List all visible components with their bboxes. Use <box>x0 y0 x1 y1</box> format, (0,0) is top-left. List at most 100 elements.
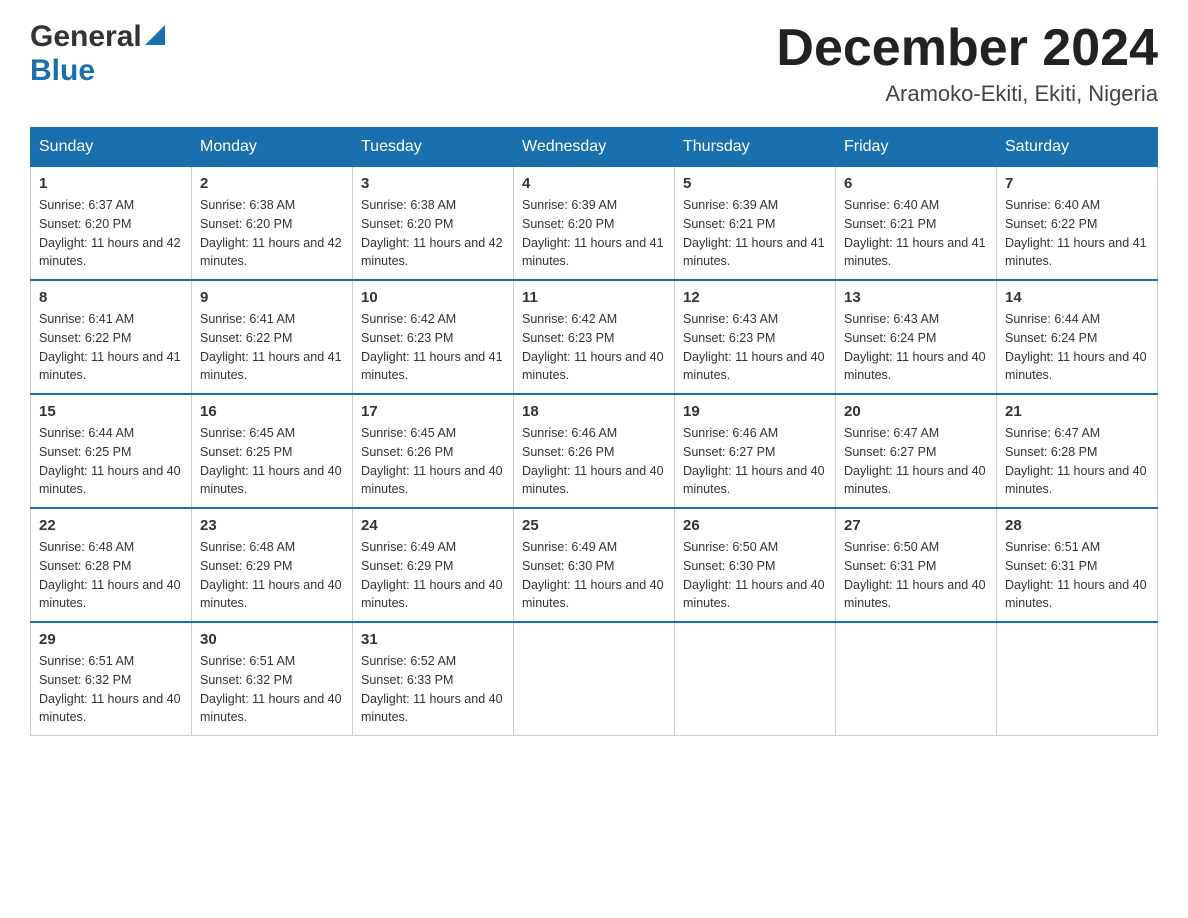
header-saturday: Saturday <box>997 128 1158 167</box>
daylight-label: Daylight: 11 hours and 40 minutes. <box>39 578 181 611</box>
day-number: 30 <box>200 631 344 648</box>
daylight-label: Daylight: 11 hours and 41 minutes. <box>39 350 181 383</box>
day-number: 5 <box>683 175 827 192</box>
day-number: 17 <box>361 403 505 420</box>
sunset-label: Sunset: 6:26 PM <box>361 445 453 459</box>
day-info: Sunrise: 6:50 AM Sunset: 6:30 PM Dayligh… <box>683 538 827 613</box>
day-info: Sunrise: 6:48 AM Sunset: 6:29 PM Dayligh… <box>200 538 344 613</box>
sunrise-label: Sunrise: 6:39 AM <box>522 198 617 212</box>
sunset-label: Sunset: 6:32 PM <box>39 673 131 687</box>
daylight-label: Daylight: 11 hours and 41 minutes. <box>361 350 503 383</box>
sunset-label: Sunset: 6:28 PM <box>39 559 131 573</box>
sunset-label: Sunset: 6:26 PM <box>522 445 614 459</box>
table-row: 10 Sunrise: 6:42 AM Sunset: 6:23 PM Dayl… <box>353 280 514 394</box>
page-header: General Blue December 2024 Aramoko-Ekiti… <box>30 20 1158 107</box>
daylight-label: Daylight: 11 hours and 41 minutes. <box>844 236 986 269</box>
table-row: 21 Sunrise: 6:47 AM Sunset: 6:28 PM Dayl… <box>997 394 1158 508</box>
table-row: 25 Sunrise: 6:49 AM Sunset: 6:30 PM Dayl… <box>514 508 675 622</box>
day-number: 29 <box>39 631 183 648</box>
table-row: 31 Sunrise: 6:52 AM Sunset: 6:33 PM Dayl… <box>353 622 514 736</box>
day-number: 14 <box>1005 289 1149 306</box>
table-row: 15 Sunrise: 6:44 AM Sunset: 6:25 PM Dayl… <box>31 394 192 508</box>
sunrise-label: Sunrise: 6:38 AM <box>361 198 456 212</box>
daylight-label: Daylight: 11 hours and 40 minutes. <box>39 692 181 725</box>
day-info: Sunrise: 6:37 AM Sunset: 6:20 PM Dayligh… <box>39 196 183 271</box>
sunset-label: Sunset: 6:22 PM <box>39 331 131 345</box>
daylight-label: Daylight: 11 hours and 42 minutes. <box>361 236 503 269</box>
sunrise-label: Sunrise: 6:45 AM <box>200 426 295 440</box>
day-info: Sunrise: 6:40 AM Sunset: 6:21 PM Dayligh… <box>844 196 988 271</box>
sunrise-label: Sunrise: 6:52 AM <box>361 654 456 668</box>
day-info: Sunrise: 6:51 AM Sunset: 6:32 PM Dayligh… <box>200 652 344 727</box>
sunrise-label: Sunrise: 6:46 AM <box>683 426 778 440</box>
sunrise-label: Sunrise: 6:40 AM <box>844 198 939 212</box>
day-info: Sunrise: 6:44 AM Sunset: 6:24 PM Dayligh… <box>1005 310 1149 385</box>
table-row: 6 Sunrise: 6:40 AM Sunset: 6:21 PM Dayli… <box>836 167 997 281</box>
table-row: 3 Sunrise: 6:38 AM Sunset: 6:20 PM Dayli… <box>353 167 514 281</box>
day-info: Sunrise: 6:45 AM Sunset: 6:26 PM Dayligh… <box>361 424 505 499</box>
sunset-label: Sunset: 6:30 PM <box>683 559 775 573</box>
table-row: 14 Sunrise: 6:44 AM Sunset: 6:24 PM Dayl… <box>997 280 1158 394</box>
sunset-label: Sunset: 6:22 PM <box>1005 217 1097 231</box>
daylight-label: Daylight: 11 hours and 40 minutes. <box>522 578 664 611</box>
sunset-label: Sunset: 6:20 PM <box>200 217 292 231</box>
table-row: 20 Sunrise: 6:47 AM Sunset: 6:27 PM Dayl… <box>836 394 997 508</box>
sunset-label: Sunset: 6:27 PM <box>683 445 775 459</box>
daylight-label: Daylight: 11 hours and 40 minutes. <box>1005 350 1147 383</box>
header-thursday: Thursday <box>675 128 836 167</box>
sunset-label: Sunset: 6:20 PM <box>361 217 453 231</box>
table-row: 5 Sunrise: 6:39 AM Sunset: 6:21 PM Dayli… <box>675 167 836 281</box>
table-row: 22 Sunrise: 6:48 AM Sunset: 6:28 PM Dayl… <box>31 508 192 622</box>
sunset-label: Sunset: 6:33 PM <box>361 673 453 687</box>
sunrise-label: Sunrise: 6:44 AM <box>1005 312 1100 326</box>
day-info: Sunrise: 6:50 AM Sunset: 6:31 PM Dayligh… <box>844 538 988 613</box>
day-number: 22 <box>39 517 183 534</box>
day-number: 25 <box>522 517 666 534</box>
daylight-label: Daylight: 11 hours and 40 minutes. <box>683 350 825 383</box>
daylight-label: Daylight: 11 hours and 40 minutes. <box>683 578 825 611</box>
sunrise-label: Sunrise: 6:45 AM <box>361 426 456 440</box>
day-number: 2 <box>200 175 344 192</box>
sunset-label: Sunset: 6:24 PM <box>844 331 936 345</box>
table-row <box>675 622 836 736</box>
sunrise-label: Sunrise: 6:39 AM <box>683 198 778 212</box>
sunrise-label: Sunrise: 6:42 AM <box>522 312 617 326</box>
table-row: 11 Sunrise: 6:42 AM Sunset: 6:23 PM Dayl… <box>514 280 675 394</box>
calendar-week-row: 22 Sunrise: 6:48 AM Sunset: 6:28 PM Dayl… <box>31 508 1158 622</box>
day-info: Sunrise: 6:43 AM Sunset: 6:24 PM Dayligh… <box>844 310 988 385</box>
sunset-label: Sunset: 6:29 PM <box>200 559 292 573</box>
table-row: 4 Sunrise: 6:39 AM Sunset: 6:20 PM Dayli… <box>514 167 675 281</box>
day-number: 23 <box>200 517 344 534</box>
day-info: Sunrise: 6:44 AM Sunset: 6:25 PM Dayligh… <box>39 424 183 499</box>
header-friday: Friday <box>836 128 997 167</box>
logo-general-text: General <box>30 20 142 54</box>
day-info: Sunrise: 6:49 AM Sunset: 6:30 PM Dayligh… <box>522 538 666 613</box>
table-row: 29 Sunrise: 6:51 AM Sunset: 6:32 PM Dayl… <box>31 622 192 736</box>
day-info: Sunrise: 6:38 AM Sunset: 6:20 PM Dayligh… <box>200 196 344 271</box>
calendar-week-row: 1 Sunrise: 6:37 AM Sunset: 6:20 PM Dayli… <box>31 167 1158 281</box>
day-number: 26 <box>683 517 827 534</box>
day-number: 20 <box>844 403 988 420</box>
day-number: 31 <box>361 631 505 648</box>
day-number: 7 <box>1005 175 1149 192</box>
day-number: 27 <box>844 517 988 534</box>
day-number: 11 <box>522 289 666 306</box>
title-section: December 2024 Aramoko-Ekiti, Ekiti, Nige… <box>776 20 1158 107</box>
weekday-header-row: Sunday Monday Tuesday Wednesday Thursday… <box>31 128 1158 167</box>
sunset-label: Sunset: 6:23 PM <box>522 331 614 345</box>
sunrise-label: Sunrise: 6:51 AM <box>1005 540 1100 554</box>
day-number: 10 <box>361 289 505 306</box>
sunrise-label: Sunrise: 6:40 AM <box>1005 198 1100 212</box>
sunset-label: Sunset: 6:23 PM <box>361 331 453 345</box>
table-row <box>514 622 675 736</box>
day-info: Sunrise: 6:52 AM Sunset: 6:33 PM Dayligh… <box>361 652 505 727</box>
daylight-label: Daylight: 11 hours and 40 minutes. <box>1005 578 1147 611</box>
calendar-table: Sunday Monday Tuesday Wednesday Thursday… <box>30 127 1158 736</box>
day-number: 24 <box>361 517 505 534</box>
sunset-label: Sunset: 6:24 PM <box>1005 331 1097 345</box>
daylight-label: Daylight: 11 hours and 42 minutes. <box>200 236 342 269</box>
sunset-label: Sunset: 6:20 PM <box>39 217 131 231</box>
day-number: 21 <box>1005 403 1149 420</box>
daylight-label: Daylight: 11 hours and 40 minutes. <box>522 464 664 497</box>
sunrise-label: Sunrise: 6:38 AM <box>200 198 295 212</box>
